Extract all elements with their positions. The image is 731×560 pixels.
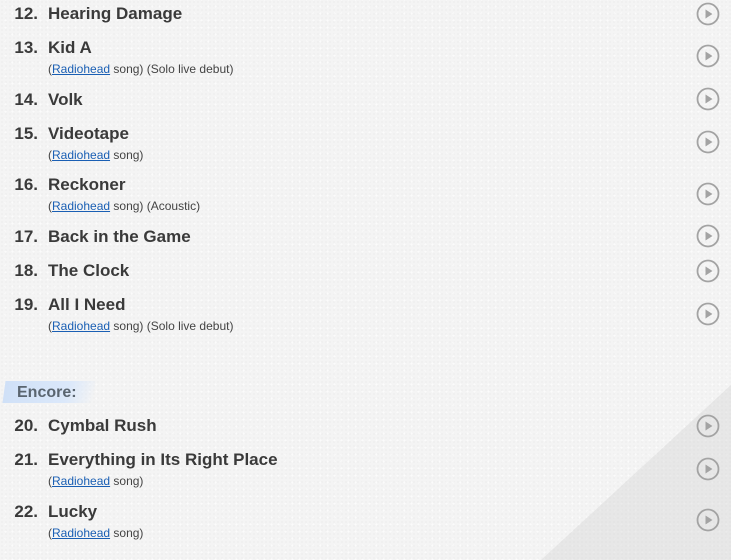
song-title: Videotape <box>48 124 129 143</box>
play-button-icon[interactable] <box>696 508 720 532</box>
artist-link[interactable]: Radiohead <box>52 319 110 333</box>
song-title: Back in the Game <box>48 227 191 246</box>
song-info-suffix: song) (Acoustic) <box>110 199 201 213</box>
song-info-suffix: song) (Solo live debut) <box>110 319 234 333</box>
encore-heading: Encore: <box>17 384 77 401</box>
song-number: 15. <box>14 124 38 143</box>
play-button-icon[interactable] <box>696 44 720 68</box>
song-title: The Clock <box>48 261 130 280</box>
artist-link[interactable]: Radiohead <box>52 526 110 540</box>
play-button-icon[interactable] <box>696 224 720 248</box>
song-info: (Radiohead song) (Acoustic) <box>48 198 200 214</box>
song-title: All I Need <box>48 295 126 314</box>
song-title: Lucky <box>48 502 98 521</box>
song-title: Reckoner <box>48 175 126 194</box>
play-button-icon[interactable] <box>696 2 720 26</box>
song-info-suffix: song) <box>110 526 144 540</box>
play-button-icon[interactable] <box>696 130 720 154</box>
song-number: 12. <box>14 4 38 23</box>
song-number: 18. <box>14 261 38 280</box>
play-button-icon[interactable] <box>696 457 720 481</box>
artist-link[interactable]: Radiohead <box>52 148 110 162</box>
song-title: Hearing Damage <box>48 4 183 23</box>
play-button-icon[interactable] <box>696 259 720 283</box>
song-title: Cymbal Rush <box>48 416 157 435</box>
play-button-icon[interactable] <box>696 414 720 438</box>
artist-link[interactable]: Radiohead <box>52 474 110 488</box>
song-info-suffix: song) <box>110 474 144 488</box>
artist-link[interactable]: Radiohead <box>52 62 110 76</box>
song-info: (Radiohead song) (Solo live debut) <box>48 61 233 77</box>
song-number: 16. <box>14 175 38 194</box>
song-info: (Radiohead song) <box>48 147 143 163</box>
song-number: 22. <box>14 502 38 521</box>
setlist: 12. Hearing Damage 13. Kid A (Radiohead … <box>0 0 731 560</box>
song-number: 19. <box>14 295 38 314</box>
song-number: 14. <box>14 90 38 109</box>
song-number: 13. <box>14 38 38 57</box>
artist-link[interactable]: Radiohead <box>52 199 110 213</box>
play-button-icon[interactable] <box>696 87 720 111</box>
song-number: 20. <box>14 416 38 435</box>
play-button-icon[interactable] <box>696 302 720 326</box>
song-info: (Radiohead song) (Solo live debut) <box>48 318 233 334</box>
song-info-suffix: song) <box>110 148 144 162</box>
song-number: 17. <box>14 227 38 246</box>
song-title: Volk <box>48 90 83 109</box>
song-info: (Radiohead song) <box>48 473 143 489</box>
song-title: Everything in Its Right Place <box>48 450 278 469</box>
song-title: Kid A <box>48 38 92 57</box>
song-info-suffix: song) (Solo live debut) <box>110 62 234 76</box>
song-info: (Radiohead song) <box>48 525 143 541</box>
play-button-icon[interactable] <box>696 182 720 206</box>
song-number: 21. <box>14 450 38 469</box>
